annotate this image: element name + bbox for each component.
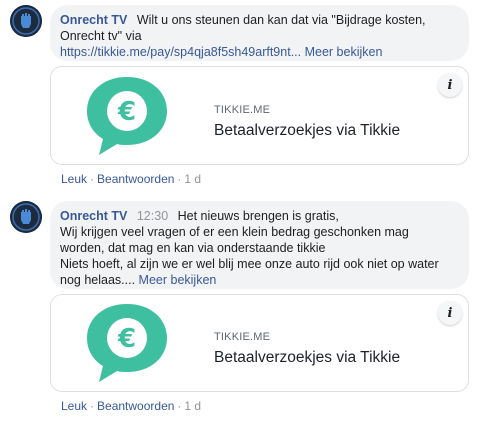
- reply-button[interactable]: Beantwoorden: [97, 172, 174, 186]
- link-preview-card[interactable]: € TIKKIE.ME Betaalverzoekjes via Tikkie …: [50, 66, 469, 165]
- info-icon[interactable]: i: [438, 301, 462, 325]
- like-button[interactable]: Leuk: [61, 399, 87, 413]
- fist-logo-icon: [10, 5, 42, 37]
- comment-text-line: Niets hoeft, al zijn we er wel blij mee …: [60, 257, 439, 271]
- comment-link[interactable]: https://tikkie.me/pay/sp4qja8f5sh49arft9…: [60, 45, 301, 59]
- comment-author[interactable]: Onrecht TV: [60, 209, 127, 223]
- see-more-link[interactable]: Meer bekijken: [139, 273, 217, 287]
- comment-time[interactable]: 12:30: [137, 209, 168, 223]
- comment-text-line: Wij krijgen veel vragen of er een klein …: [60, 225, 409, 239]
- card-title[interactable]: Betaalverzoekjes via Tikkie: [214, 349, 400, 367]
- like-button[interactable]: Leuk: [61, 172, 87, 186]
- card-title[interactable]: Betaalverzoekjes via Tikkie: [214, 122, 400, 140]
- comment-bubble: Onrecht TV 12:30 Het nieuws brengen is g…: [50, 201, 469, 289]
- card-domain: TIKKIE.ME: [214, 104, 271, 116]
- comment-age[interactable]: 1 d: [184, 172, 201, 186]
- euro-chat-bubble-icon: €: [87, 304, 167, 382]
- comment-age[interactable]: 1 d: [184, 399, 201, 413]
- card-thumbnail: €: [51, 295, 203, 391]
- avatar[interactable]: [10, 201, 42, 233]
- card-domain: TIKKIE.ME: [214, 331, 271, 343]
- comment-author[interactable]: Onrecht TV: [60, 13, 127, 27]
- info-icon[interactable]: i: [438, 73, 462, 97]
- comment-text-line: worden, dat mag en kan via onderstaande …: [60, 241, 326, 255]
- comment-actions: Leuk · Beantwoorden · 1 d: [61, 172, 202, 186]
- svg-text:€: €: [117, 97, 136, 127]
- svg-text:€: €: [117, 324, 136, 354]
- avatar[interactable]: [10, 5, 42, 37]
- comment-bubble: Onrecht TV Wilt u ons steunen dan kan da…: [50, 5, 469, 61]
- see-more-link[interactable]: Meer bekijken: [305, 45, 383, 59]
- link-preview-card[interactable]: € TIKKIE.ME Betaalverzoekjes via Tikkie …: [50, 294, 469, 392]
- fist-logo-icon: [10, 201, 42, 233]
- comment-text-line: nog helaas....: [60, 273, 136, 287]
- comment-actions: Leuk · Beantwoorden · 1 d: [61, 399, 202, 413]
- comment-text-line: Onrecht tv" via: [60, 29, 142, 43]
- euro-chat-bubble-icon: €: [87, 76, 167, 155]
- comment-text-line: Het nieuws brengen is gratis,: [177, 209, 339, 223]
- comment-text-line: Wilt u ons steunen dan kan dat via "Bijd…: [136, 13, 426, 27]
- card-thumbnail: €: [51, 67, 203, 164]
- reply-button[interactable]: Beantwoorden: [97, 399, 174, 413]
